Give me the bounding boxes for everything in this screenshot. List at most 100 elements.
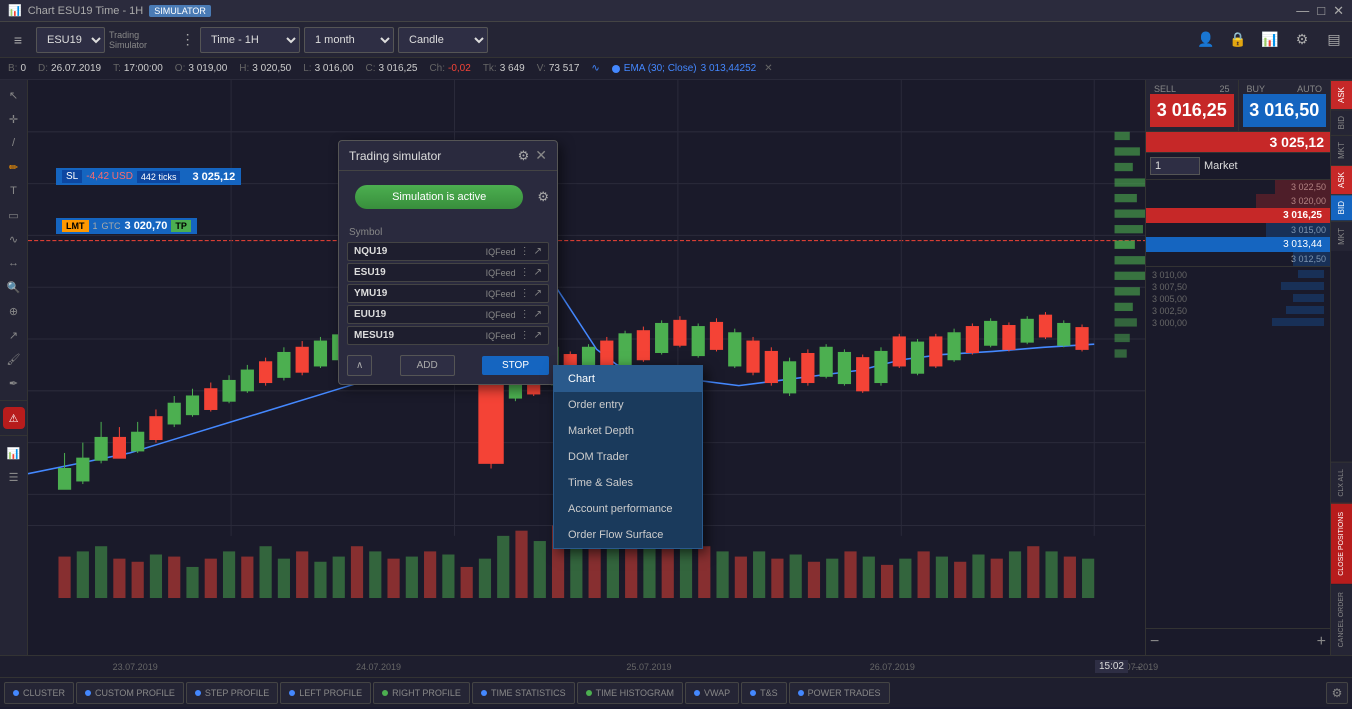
sym-menu-icon-5[interactable]: ⋮ xyxy=(520,330,530,341)
panel-button[interactable]: ▤ xyxy=(1320,26,1348,54)
price-level-1: 3 010,00 xyxy=(1152,270,1187,280)
time-period-select[interactable]: Time - 1H xyxy=(200,27,300,53)
sim-header: Trading simulator ⚙ ✕ xyxy=(339,141,557,171)
mkt-btn-2[interactable]: MKT xyxy=(1331,221,1352,251)
sim-symbol-ymu19[interactable]: YMU19 IQFeed ⋮ ↗ xyxy=(347,284,549,303)
bottom-settings-button[interactable]: ⚙ xyxy=(1326,682,1348,704)
symbol-menu-button[interactable]: ⋮ xyxy=(179,26,196,54)
line-tool[interactable]: / xyxy=(3,132,25,154)
tab-vwap[interactable]: VWAP xyxy=(685,682,739,704)
active-tool[interactable]: ✏ xyxy=(3,156,25,178)
maximize-button[interactable]: □ xyxy=(1317,3,1325,19)
profile-button[interactable]: 👤 xyxy=(1192,26,1220,54)
tab-time-histogram[interactable]: TIME HISTOGRAM xyxy=(577,682,683,704)
cancel-order-btn[interactable]: CANCEL ORDER xyxy=(1331,584,1352,655)
sim-close-button[interactable]: ✕ xyxy=(535,147,547,164)
range-select[interactable]: 1 month xyxy=(304,27,394,53)
sim-symbol-mesu19[interactable]: MESU19 IQFeed ⋮ ↗ xyxy=(347,326,549,345)
fibonacci-tool[interactable]: ∿ xyxy=(3,228,25,250)
bottom-tabs-bar: CLUSTER CUSTOM PROFILE STEP PROFILE LEFT… xyxy=(0,677,1352,707)
sym-menu-icon-3[interactable]: ⋮ xyxy=(520,288,530,299)
time-axis: 23.07.2019 24.07.2019 25.07.2019 26.07.2… xyxy=(0,655,1352,677)
tab-time-statistics[interactable]: TIME STATISTICS xyxy=(472,682,575,704)
time-stats-dot xyxy=(481,690,487,696)
text-tool[interactable]: T xyxy=(3,180,25,202)
tab-custom-profile[interactable]: CUSTOM PROFILE xyxy=(76,682,184,704)
ctx-dom-trader[interactable]: DOM Trader xyxy=(554,444,702,470)
tab-left-profile[interactable]: LEFT PROFILE xyxy=(280,682,371,704)
sim-stop-button[interactable]: STOP xyxy=(482,356,549,375)
sym-menu-icon[interactable]: ⋮ xyxy=(520,246,530,257)
rectangle-tool[interactable]: ▭ xyxy=(3,204,25,226)
sym-menu-icon-4[interactable]: ⋮ xyxy=(520,309,530,320)
sim-active-button[interactable]: Simulation is active xyxy=(355,185,523,209)
sim-symbol-esu19[interactable]: ESU19 IQFeed ⋮ ↗ xyxy=(347,263,549,282)
ema-chart-icon: ∿ xyxy=(591,63,599,74)
simulator-badge: SIMULATOR xyxy=(149,5,211,17)
pencil-tool[interactable]: ✒ xyxy=(3,372,25,394)
close-positions-btn[interactable]: CLOSE POSITIONS xyxy=(1331,503,1352,584)
crosshair-tool[interactable]: ✛ xyxy=(3,108,25,130)
lock-button[interactable]: 🔒 xyxy=(1224,26,1252,54)
sym-link-icon-5[interactable]: ↗ xyxy=(534,330,542,341)
cursor-tool[interactable]: ↖ xyxy=(3,84,25,106)
settings-tool[interactable]: ☰ xyxy=(3,466,25,488)
arrow-tool[interactable]: ↗ xyxy=(3,324,25,346)
symbol-select[interactable]: ESU19 xyxy=(36,27,105,53)
sym-menu-icon-2[interactable]: ⋮ xyxy=(520,267,530,278)
ctx-time-sales[interactable]: Time & Sales xyxy=(554,470,702,496)
sell-price-button[interactable]: 3 016,25 xyxy=(1150,94,1234,127)
magnet-tool[interactable]: ⊕ xyxy=(3,300,25,322)
alert-tool[interactable]: ⚠ xyxy=(3,407,25,429)
clx-all-btn[interactable]: CLX ALL xyxy=(1331,462,1352,503)
ob-entry-3: 3 016,25 xyxy=(1146,208,1330,223)
brush-tool[interactable]: 🖌 xyxy=(3,348,25,370)
ctx-market-depth[interactable]: Market Depth xyxy=(554,418,702,444)
symbol-selector[interactable]: ESU19 Trading Simulator ⋮ xyxy=(36,26,196,54)
sim-settings-icon[interactable]: ⚙ xyxy=(537,189,549,205)
sl-price: 3 025,12 xyxy=(192,171,235,183)
sym-link-icon[interactable]: ↗ xyxy=(534,246,542,257)
ob-price-highlight: 3 016,25 xyxy=(1154,210,1322,221)
sim-symbol-euu19[interactable]: EUU19 IQFeed ⋮ ↗ xyxy=(347,305,549,324)
indicator-tool[interactable]: 📊 xyxy=(3,442,25,464)
buy-price-button[interactable]: 3 016,50 xyxy=(1243,94,1327,127)
bid-btn-2[interactable]: BID xyxy=(1331,194,1352,220)
sim-symbol-nqu19[interactable]: NQU19 IQFeed ⋮ ↗ xyxy=(347,242,549,261)
title-bar: 📊 Chart ESU19 Time - 1H SIMULATOR — □ ✕ xyxy=(0,0,1352,22)
measure-tool[interactable]: ↔ xyxy=(3,252,25,274)
minus-btn[interactable]: − xyxy=(1150,633,1159,651)
step-profile-dot xyxy=(195,690,201,696)
settings-button[interactable]: ⚙ xyxy=(1288,26,1316,54)
context-menu: Chart Order entry Market Depth DOM Trade… xyxy=(553,365,703,549)
ask-btn-1[interactable]: ASK xyxy=(1331,80,1352,109)
close-button[interactable]: ✕ xyxy=(1333,3,1344,19)
close-ema-button[interactable]: ✕ xyxy=(764,63,772,74)
ctx-account-performance[interactable]: Account performance xyxy=(554,496,702,522)
tab-right-profile[interactable]: RIGHT PROFILE xyxy=(373,682,470,704)
zoom-tool[interactable]: 🔍 xyxy=(3,276,25,298)
qty-input[interactable] xyxy=(1150,157,1200,175)
sim-add-button[interactable]: ADD xyxy=(400,355,455,376)
tab-ts[interactable]: T&S xyxy=(741,682,787,704)
bid-btn-1[interactable]: BID xyxy=(1331,109,1352,135)
ctx-order-flow[interactable]: Order Flow Surface xyxy=(554,522,702,548)
chart-settings-button[interactable]: 📊 xyxy=(1256,26,1284,54)
sim-gear-icon[interactable]: ⚙ xyxy=(518,148,530,164)
ctx-order-entry[interactable]: Order entry xyxy=(554,392,702,418)
sim-up-button[interactable]: ∧ xyxy=(347,355,372,376)
chart-type-select[interactable]: Candle xyxy=(398,27,488,53)
mkt-btn-1[interactable]: MKT xyxy=(1331,135,1352,165)
minimize-button[interactable]: — xyxy=(1296,3,1309,19)
ask-btn-2[interactable]: ASK xyxy=(1331,165,1352,194)
sym-link-icon-3[interactable]: ↗ xyxy=(534,288,542,299)
tab-cluster[interactable]: CLUSTER xyxy=(4,682,74,704)
sell-section: SELL 25 3 016,25 xyxy=(1146,80,1239,131)
ctx-chart[interactable]: Chart xyxy=(554,366,702,392)
tab-step-profile[interactable]: STEP PROFILE xyxy=(186,682,278,704)
menu-button[interactable]: ≡ xyxy=(4,26,32,54)
sym-link-icon-4[interactable]: ↗ xyxy=(534,309,542,320)
plus-btn[interactable]: + xyxy=(1317,633,1326,651)
sym-link-icon-2[interactable]: ↗ xyxy=(534,267,542,278)
tab-power-trades[interactable]: POWER TRADES xyxy=(789,682,890,704)
